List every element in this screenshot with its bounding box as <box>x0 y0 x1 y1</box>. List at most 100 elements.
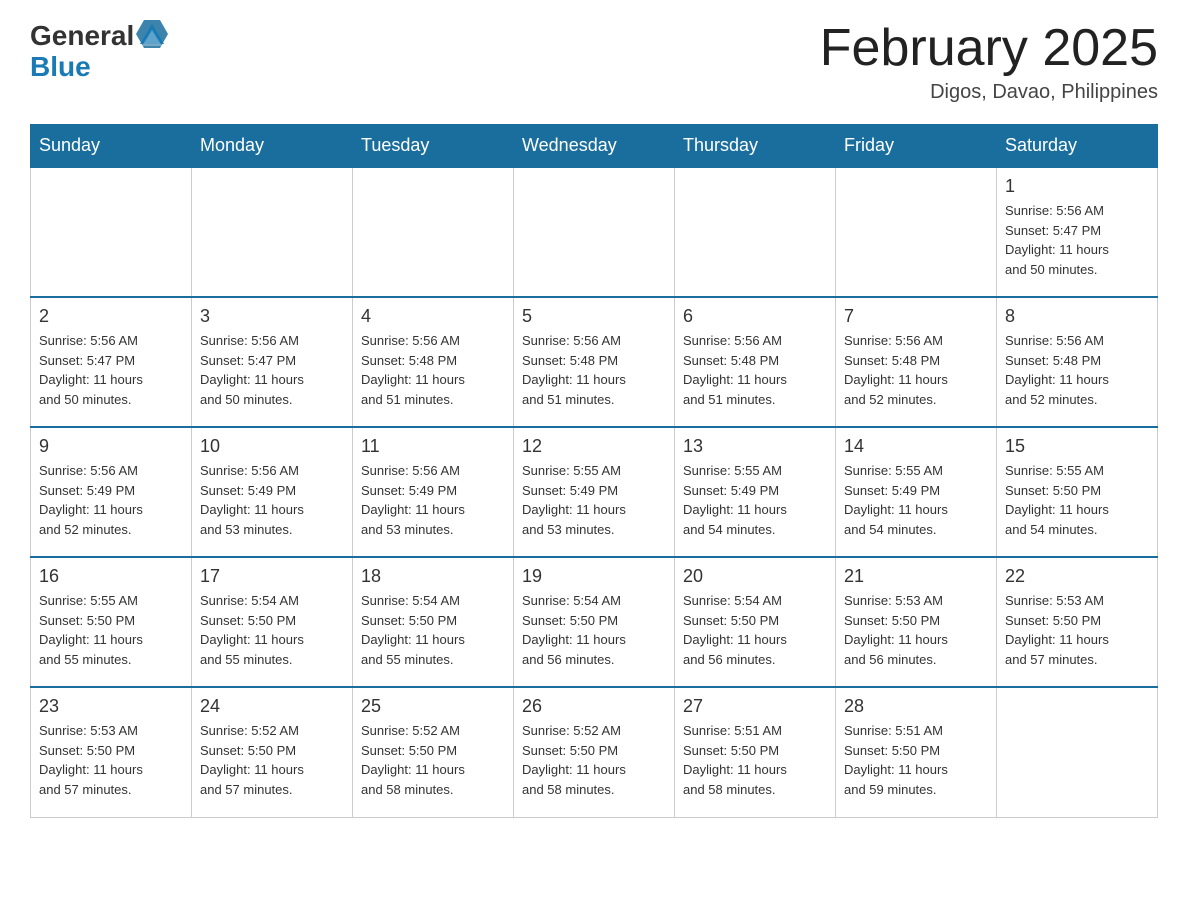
day-info: Sunrise: 5:56 AMSunset: 5:48 PMDaylight:… <box>1005 331 1149 409</box>
day-info: Sunrise: 5:56 AMSunset: 5:49 PMDaylight:… <box>39 461 183 539</box>
day-info: Sunrise: 5:54 AMSunset: 5:50 PMDaylight:… <box>683 591 827 669</box>
day-number: 9 <box>39 436 183 457</box>
day-info: Sunrise: 5:55 AMSunset: 5:50 PMDaylight:… <box>39 591 183 669</box>
header-sunday: Sunday <box>31 125 192 168</box>
table-row: 24Sunrise: 5:52 AMSunset: 5:50 PMDayligh… <box>192 687 353 817</box>
day-info: Sunrise: 5:51 AMSunset: 5:50 PMDaylight:… <box>844 721 988 799</box>
header-friday: Friday <box>836 125 997 168</box>
day-number: 20 <box>683 566 827 587</box>
day-info: Sunrise: 5:56 AMSunset: 5:47 PMDaylight:… <box>1005 201 1149 279</box>
calendar-table: Sunday Monday Tuesday Wednesday Thursday… <box>30 124 1158 818</box>
table-row: 25 Sunrise: 5:52 AMSunset: 5:50 PMDayligh… <box>353 687 514 817</box>
table-row <box>353 167 514 297</box>
day-number: 21 <box>844 566 988 587</box>
header-thursday: Thursday <box>675 125 836 168</box>
day-info: Sunrise: 5:54 AMSunset: 5:50 PMDaylight:… <box>200 591 344 669</box>
table-row: 7 Sunrise: 5:56 AMSunset: 5:48 PMDaylight… <box>836 297 997 427</box>
header-saturday: Saturday <box>997 125 1158 168</box>
day-number: 10 <box>200 436 344 457</box>
table-row <box>192 167 353 297</box>
table-row: 28 Sunrise: 5:51 AMSunset: 5:50 PMDayligh… <box>836 687 997 817</box>
table-row <box>675 167 836 297</box>
day-number: 1 <box>1005 176 1149 197</box>
day-number: 22 <box>1005 566 1149 587</box>
table-row: 18Sunrise: 5:54 AMSunset: 5:50 PMDayligh… <box>353 557 514 687</box>
day-number: 25 <box>361 696 505 717</box>
table-row: 1 Sunrise: 5:56 AMSunset: 5:47 PMDaylight… <box>997 167 1158 297</box>
day-info: Sunrise: 5:56 AMSunset: 5:47 PMDaylight:… <box>39 331 183 409</box>
day-number: 23 <box>39 696 183 717</box>
day-info: Sunrise: 5:55 AMSunset: 5:50 PMDaylight:… <box>1005 461 1149 539</box>
table-row: 5 Sunrise: 5:56 AMSunset: 5:48 PMDaylight… <box>514 297 675 427</box>
calendar-body: 1 Sunrise: 5:56 AMSunset: 5:47 PMDaylight… <box>31 167 1158 817</box>
day-info: Sunrise: 5:56 AMSunset: 5:49 PMDaylight:… <box>361 461 505 539</box>
calendar-header: Sunday Monday Tuesday Wednesday Thursday… <box>31 125 1158 168</box>
table-row: 11 Sunrise: 5:56 AMSunset: 5:49 PMDayligh… <box>353 427 514 557</box>
day-number: 27 <box>683 696 827 717</box>
day-info: Sunrise: 5:55 AMSunset: 5:49 PMDaylight:… <box>844 461 988 539</box>
table-row: 15Sunrise: 5:55 AMSunset: 5:50 PMDayligh… <box>997 427 1158 557</box>
day-info: Sunrise: 5:55 AMSunset: 5:49 PMDaylight:… <box>683 461 827 539</box>
table-row: 4 Sunrise: 5:56 AMSunset: 5:48 PMDaylight… <box>353 297 514 427</box>
day-number: 12 <box>522 436 666 457</box>
day-info: Sunrise: 5:52 AMSunset: 5:50 PMDaylight:… <box>361 721 505 799</box>
day-number: 6 <box>683 306 827 327</box>
day-number: 4 <box>361 306 505 327</box>
day-info: Sunrise: 5:55 AMSunset: 5:49 PMDaylight:… <box>522 461 666 539</box>
day-info: Sunrise: 5:53 AMSunset: 5:50 PMDaylight:… <box>1005 591 1149 669</box>
table-row: 26Sunrise: 5:52 AMSunset: 5:50 PMDayligh… <box>514 687 675 817</box>
table-row: 14 Sunrise: 5:55 AMSunset: 5:49 PMDayligh… <box>836 427 997 557</box>
day-number: 13 <box>683 436 827 457</box>
logo: General Blue <box>30 20 168 83</box>
day-info: Sunrise: 5:56 AMSunset: 5:48 PMDaylight:… <box>683 331 827 409</box>
table-row: 19 Sunrise: 5:54 AMSunset: 5:50 PMDayligh… <box>514 557 675 687</box>
logo-blue: Blue <box>30 52 91 83</box>
title-block: February 2025 Digos, Davao, Philippines <box>820 20 1158 104</box>
table-row: 13 Sunrise: 5:55 AMSunset: 5:49 PMDayligh… <box>675 427 836 557</box>
day-number: 11 <box>361 436 505 457</box>
day-info: Sunrise: 5:52 AMSunset: 5:50 PMDaylight:… <box>200 721 344 799</box>
table-row: 16Sunrise: 5:55 AMSunset: 5:50 PMDayligh… <box>31 557 192 687</box>
table-row: 3 Sunrise: 5:56 AMSunset: 5:47 PMDaylight… <box>192 297 353 427</box>
day-number: 2 <box>39 306 183 327</box>
table-row <box>836 167 997 297</box>
day-info: Sunrise: 5:56 AMSunset: 5:49 PMDaylight:… <box>200 461 344 539</box>
table-row: 10 Sunrise: 5:56 AMSunset: 5:49 PMDayligh… <box>192 427 353 557</box>
day-number: 5 <box>522 306 666 327</box>
day-number: 19 <box>522 566 666 587</box>
day-number: 17 <box>200 566 344 587</box>
table-row <box>997 687 1158 817</box>
day-info: Sunrise: 5:56 AMSunset: 5:47 PMDaylight:… <box>200 331 344 409</box>
table-row: 8 Sunrise: 5:56 AMSunset: 5:48 PMDaylight… <box>997 297 1158 427</box>
day-number: 8 <box>1005 306 1149 327</box>
day-number: 3 <box>200 306 344 327</box>
table-row <box>31 167 192 297</box>
day-number: 14 <box>844 436 988 457</box>
day-info: Sunrise: 5:54 AMSunset: 5:50 PMDaylight:… <box>522 591 666 669</box>
table-row: 12 Sunrise: 5:55 AMSunset: 5:49 PMDayligh… <box>514 427 675 557</box>
table-row: 22 Sunrise: 5:53 AMSunset: 5:50 PMDayligh… <box>997 557 1158 687</box>
page-header: General Blue February 2025 Digos, Davao,… <box>30 20 1158 104</box>
header-monday: Monday <box>192 125 353 168</box>
table-row: 27 Sunrise: 5:51 AMSunset: 5:50 PMDayligh… <box>675 687 836 817</box>
table-row: 17 Sunrise: 5:54 AMSunset: 5:50 PMDayligh… <box>192 557 353 687</box>
table-row: 20 Sunrise: 5:54 AMSunset: 5:50 PMDayligh… <box>675 557 836 687</box>
header-tuesday: Tuesday <box>353 125 514 168</box>
day-number: 26 <box>522 696 666 717</box>
logo-icon <box>136 20 168 52</box>
table-row: 21 Sunrise: 5:53 AMSunset: 5:50 PMDayligh… <box>836 557 997 687</box>
day-info: Sunrise: 5:56 AMSunset: 5:48 PMDaylight:… <box>844 331 988 409</box>
table-row <box>514 167 675 297</box>
day-info: Sunrise: 5:53 AMSunset: 5:50 PMDaylight:… <box>39 721 183 799</box>
day-info: Sunrise: 5:56 AMSunset: 5:48 PMDaylight:… <box>522 331 666 409</box>
day-number: 28 <box>844 696 988 717</box>
day-info: Sunrise: 5:54 AMSunset: 5:50 PMDaylight:… <box>361 591 505 669</box>
day-info: Sunrise: 5:56 AMSunset: 5:48 PMDaylight:… <box>361 331 505 409</box>
header-wednesday: Wednesday <box>514 125 675 168</box>
day-info: Sunrise: 5:51 AMSunset: 5:50 PMDaylight:… <box>683 721 827 799</box>
table-row: 23 Sunrise: 5:53 AMSunset: 5:50 PMDayligh… <box>31 687 192 817</box>
day-number: 7 <box>844 306 988 327</box>
logo-general: General <box>30 21 134 52</box>
day-info: Sunrise: 5:53 AMSunset: 5:50 PMDaylight:… <box>844 591 988 669</box>
table-row: 9 Sunrise: 5:56 AMSunset: 5:49 PMDaylight… <box>31 427 192 557</box>
